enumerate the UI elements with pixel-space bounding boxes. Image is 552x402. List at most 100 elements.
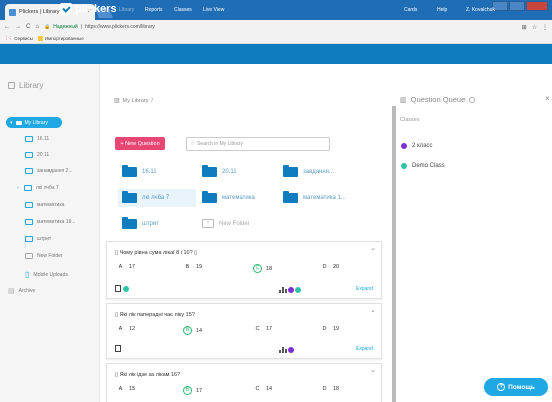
url-text: https://www.plickers.com/library (85, 24, 155, 30)
expand-link[interactable]: Expand (356, 286, 373, 292)
nav-cards[interactable]: Cards (404, 7, 417, 13)
expand-link[interactable]: Expand (356, 346, 373, 352)
folder-tile[interactable]: лкі лчба 7 (118, 189, 196, 207)
nav-live-view[interactable]: Live View (203, 7, 224, 13)
question-queue-panel (396, 84, 552, 402)
folder-icon (24, 185, 32, 191)
add-folder-icon: + (202, 219, 214, 228)
sidebar-folder[interactable]: математика (25, 202, 64, 208)
sidebar-folder[interactable]: › лкі лчба 7 (17, 185, 59, 191)
info-icon[interactable] (469, 96, 476, 103)
breadcrumb-my-library[interactable]: My Library (123, 98, 149, 104)
chevron-down-icon[interactable]: ⌄ (370, 306, 376, 314)
bookmark-imported[interactable]: Импортированные (37, 36, 84, 42)
folder-tile[interactable]: математика 1... (283, 191, 346, 203)
queued-classes (279, 287, 301, 293)
folder-tile[interactable]: математика (202, 191, 255, 203)
chevron-down-icon[interactable]: ⌄ (370, 366, 376, 374)
class-dot-icon (288, 287, 294, 293)
class-item[interactable]: Demo Class (401, 163, 445, 169)
answer-c-correct: C 18 (253, 264, 272, 273)
search-icon: ○ (191, 141, 195, 147)
tab-title: Plickers | Library (19, 9, 60, 15)
question-icon: ▯ (115, 312, 119, 318)
chevron-down-icon: ▾ (10, 119, 13, 126)
classes-label: Classes (400, 117, 420, 123)
sidebar-new-folder[interactable]: New Folder (25, 253, 63, 259)
folder-icon (122, 217, 137, 229)
new-folder-tile[interactable]: + New Folder (202, 219, 250, 228)
class-dot-icon (288, 347, 294, 353)
plickers-logo-icon (60, 3, 72, 15)
bookmarks-bar: ⋮⋮ Сервисы Импортированные (0, 34, 552, 44)
nav-library[interactable]: Library (119, 7, 134, 13)
folder-tile[interactable]: штрит (122, 217, 159, 229)
close-icon[interactable]: × (545, 94, 550, 103)
slide-icon (115, 345, 121, 352)
add-folder-icon (25, 253, 33, 259)
folder-icon (25, 152, 33, 158)
app-nav (0, 44, 552, 64)
question-title: ▯ Чому рівна сума лікаї 8 і 10? ▯ (115, 250, 198, 256)
answer-b-correct: B 17 (183, 386, 202, 395)
search-input[interactable]: ○ Search in My Library (186, 137, 330, 151)
address-bar: ← → C ⌂ 🔒 Надежный | https://www.plicker… (0, 20, 552, 34)
folder-icon (25, 202, 33, 208)
url-field[interactable]: 🔒 Надежный | https://www.plickers.com/li… (44, 24, 155, 30)
folder-icon (122, 165, 137, 177)
apps-icon: ⋮⋮ (4, 35, 13, 41)
answer-d: D 19 (322, 326, 340, 332)
question-card[interactable]: ▯ Які лік паперадні чає ліку 15? ⌄ A 12 B… (106, 303, 382, 359)
sidebar-folder[interactable]: занавдання 2... (25, 168, 72, 174)
class-item[interactable]: 2 класс (401, 143, 433, 149)
folder-icon (283, 165, 298, 177)
answer-b-correct: B 14 (183, 326, 202, 335)
question-icon: ▯ (115, 250, 119, 256)
close-window-button[interactable] (526, 1, 548, 11)
forward-icon[interactable]: → (15, 24, 21, 30)
folder-tile[interactable]: 16.11 (122, 165, 157, 177)
sidebar-folder[interactable]: 16.11 (25, 136, 49, 142)
library-sidebar (0, 64, 100, 402)
nav-reports[interactable]: Reports (145, 7, 163, 13)
plickers-logo[interactable]: plickers (60, 3, 117, 15)
nav-classes[interactable]: Classes (174, 7, 192, 13)
folder-tile[interactable]: завдання... (283, 165, 334, 177)
queued-classes (279, 347, 294, 353)
folder-icon (37, 36, 43, 42)
sidebar-archive[interactable]: ▤ Archive (8, 287, 35, 295)
new-question-button[interactable]: + New Question (115, 137, 165, 150)
nav-user[interactable]: Z. Kovalchuk (466, 7, 495, 13)
sidebar-folder[interactable]: 20.11 (25, 152, 49, 158)
question-card[interactable]: ▯ Які лік ідзе за лікам 16? ⌄ A 15 B 17 C1… (106, 363, 382, 402)
maximize-button[interactable] (509, 1, 525, 11)
folder-icon (25, 219, 33, 225)
translate-icon[interactable]: ⊞ (522, 24, 527, 31)
nav-help[interactable]: Help (437, 7, 447, 13)
library-icon: ▥ (114, 98, 120, 104)
sidebar-mobile-uploads[interactable]: ▯ Mobile Uploads (25, 270, 68, 279)
back-icon[interactable]: ← (4, 24, 10, 30)
breadcrumb: ▥ My Library / (114, 97, 153, 105)
sidebar-folder[interactable]: штрит (25, 236, 51, 242)
answer-b: B 19 (185, 264, 203, 270)
secure-label: Надежный (53, 24, 78, 30)
sidebar-title: Library (8, 81, 43, 90)
class-dot-icon (295, 287, 301, 293)
class-dot-icon (401, 163, 407, 169)
sidebar-item-my-library[interactable]: ▾ My Library (6, 117, 62, 128)
search-placeholder: Search in My Library (197, 141, 243, 147)
question-card[interactable]: ▯ Чому рівна сума лікаї 8 і 10? ▯ ⌄ A 17 … (106, 241, 382, 299)
folder-tile[interactable]: 20.11 (202, 165, 237, 177)
star-icon[interactable]: ☆ (532, 24, 537, 31)
chevron-down-icon[interactable]: ⌄ (370, 244, 376, 252)
bookmark-apps[interactable]: ⋮⋮ Сервисы (4, 36, 33, 42)
help-button[interactable]: ? Помощь (484, 378, 548, 396)
home-icon[interactable]: ⌂ (35, 24, 39, 30)
reload-icon[interactable]: C (26, 24, 30, 30)
queue-icon: ▥ (400, 96, 407, 104)
archive-icon: ▤ (8, 288, 15, 295)
menu-icon[interactable]: ⋮ (542, 24, 548, 31)
help-icon: ? (497, 383, 506, 391)
sidebar-folder[interactable]: математика 19... (25, 219, 76, 225)
